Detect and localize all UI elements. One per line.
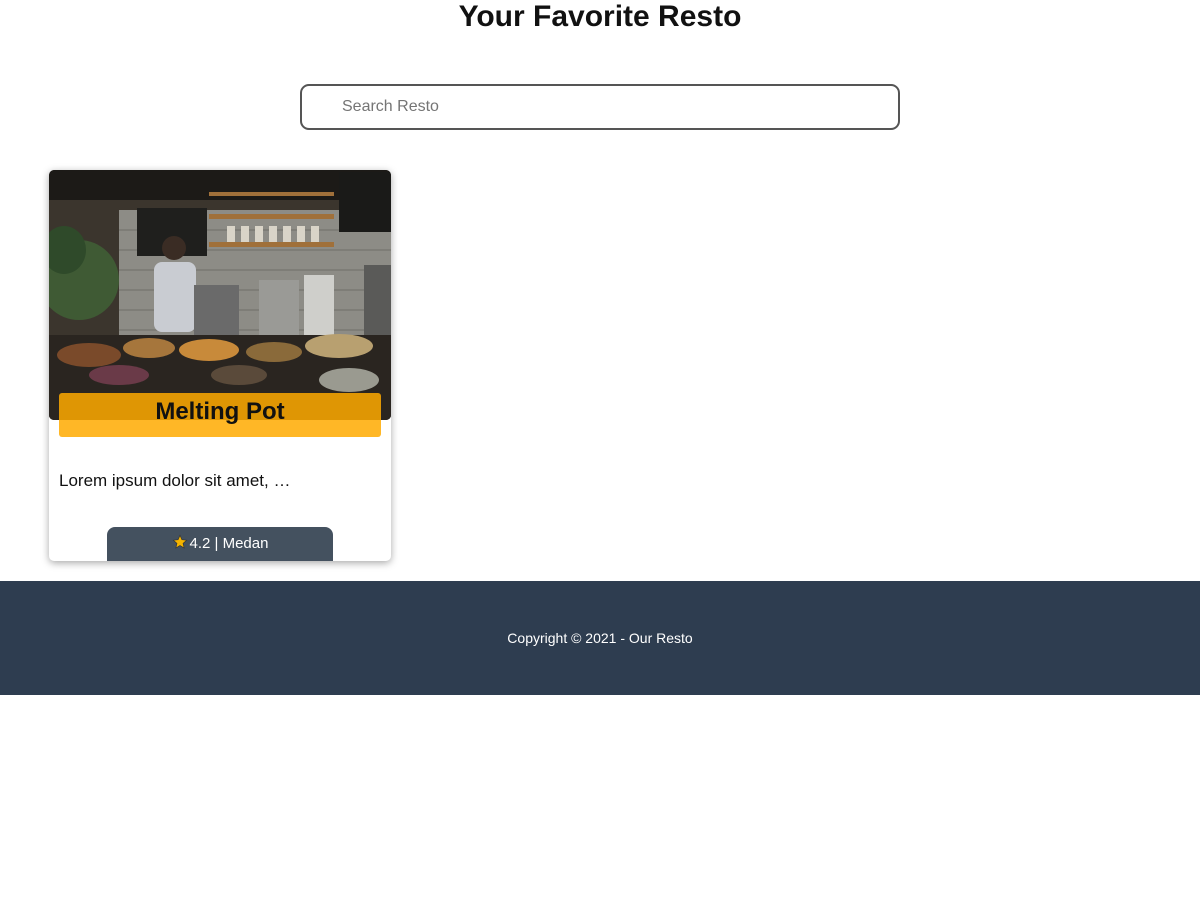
- copyright-text: Copyright © 2021 - Our Resto: [507, 630, 693, 646]
- page-title: Your Favorite Resto: [458, 0, 742, 33]
- footer: Copyright © 2021 - Our Resto: [0, 581, 1200, 695]
- star-icon: [172, 529, 188, 561]
- restaurant-name: Melting Pot: [59, 393, 381, 437]
- restaurant-card[interactable]: Melting Pot Lorem ipsum dolor sit amet, …: [49, 170, 391, 561]
- search-bar: [300, 84, 900, 130]
- restaurant-description: Lorem ipsum dolor sit amet, …: [59, 471, 291, 490]
- rating-location-badge: 4.2 | Medan: [107, 527, 333, 561]
- restaurant-image: [49, 170, 391, 420]
- rating-location-text: 4.2 | Medan: [189, 535, 269, 552]
- search-input[interactable]: [300, 84, 900, 130]
